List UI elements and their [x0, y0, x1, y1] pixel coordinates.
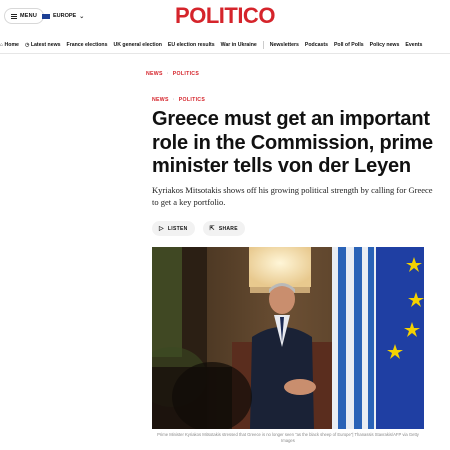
nav-label: France elections	[66, 41, 108, 48]
listen-label: LISTEN	[167, 225, 188, 232]
share-label: SHARE	[218, 225, 238, 232]
photo-caption: Prime Minister Kyriakos Mitsotakis stres…	[157, 432, 419, 443]
play-icon: ▷	[159, 226, 164, 232]
article-dek: Kyriakos Mitsotakis shows off his growin…	[152, 185, 433, 207]
share-button[interactable]: ⇱ SHARE	[202, 221, 245, 236]
photo-illustration	[152, 247, 424, 429]
nav-label: War in Ukraine	[220, 41, 257, 48]
listen-button[interactable]: ▷ LISTEN	[152, 221, 195, 236]
breadcrumb-top: NEWS · POLITICS	[146, 71, 199, 77]
nav-label: Home	[4, 41, 19, 48]
nav-item-newsletters[interactable]: Newsletters	[270, 42, 299, 48]
breadcrumb-separator: ·	[172, 97, 175, 103]
article-headline: Greece must get an important role in the…	[152, 108, 433, 177]
nav-item-poll-of-polls[interactable]: Poll of Polls	[334, 42, 364, 48]
breadcrumb-subsection-link[interactable]: POLITICS	[179, 97, 205, 103]
nav-item-events[interactable]: Events	[405, 42, 422, 48]
breadcrumb-section-link[interactable]: NEWS	[146, 71, 163, 77]
nav-item-war-in-ukraine[interactable]: War in Ukraine	[221, 42, 257, 48]
article-breadcrumb: NEWS · POLITICS	[152, 97, 205, 103]
main-nav: ⌂ Home ◷ Latest news France elections UK…	[0, 37, 450, 52]
home-icon: ⌂	[0, 41, 4, 48]
nav-label: Podcasts	[304, 41, 328, 48]
site-logo[interactable]: POLITICO	[0, 3, 450, 29]
nav-label: Policy news	[369, 41, 400, 48]
nav-label: Events	[405, 41, 423, 48]
article-photo	[152, 247, 424, 429]
nav-item-home[interactable]: ⌂ Home	[0, 42, 19, 48]
breadcrumb-section-link[interactable]: NEWS	[152, 97, 169, 103]
nav-item-latest-news[interactable]: ◷ Latest news	[25, 42, 61, 48]
nav-label: Newsletters	[269, 41, 299, 48]
nav-item-eu-election-results[interactable]: EU election results	[168, 42, 215, 48]
nav-label: Poll of Polls	[333, 41, 364, 48]
nav-item-uk-general-election[interactable]: UK general election	[113, 42, 161, 48]
nav-item-france-elections[interactable]: France elections	[67, 42, 108, 48]
share-icon: ⇱	[209, 226, 215, 232]
nav-label: Latest news	[30, 41, 61, 48]
nav-item-policy-news[interactable]: Policy news	[370, 42, 400, 48]
clock-icon: ◷	[24, 41, 30, 48]
breadcrumb-separator: ·	[166, 71, 169, 77]
nav-divider-line	[0, 53, 450, 54]
nav-divider	[262, 40, 264, 49]
nav-label: UK general election	[113, 41, 162, 48]
article-actions: ▷ LISTEN ⇱ SHARE	[152, 221, 245, 236]
nav-label: EU election results	[167, 41, 215, 48]
breadcrumb-subsection-link[interactable]: POLITICS	[173, 71, 199, 77]
top-bar: MENU EUROPE ⌄ POLITICO	[0, 0, 450, 34]
nav-item-podcasts[interactable]: Podcasts	[305, 42, 328, 48]
